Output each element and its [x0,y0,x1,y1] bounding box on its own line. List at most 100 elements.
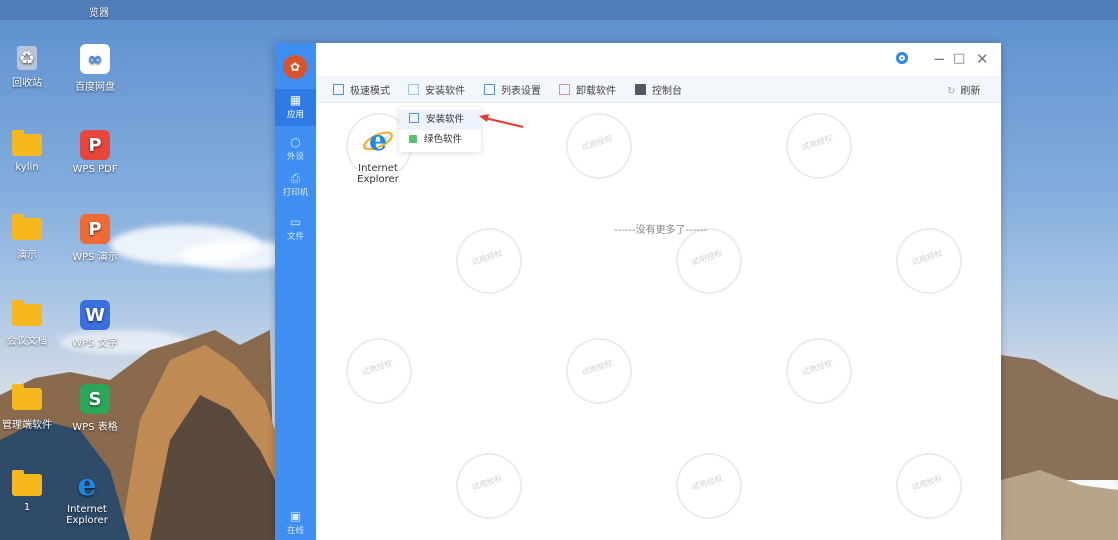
sidebar-item-label: 打印机 [282,188,309,198]
watermark-text: 试用授权 [690,248,724,268]
desktop-icon-label: Internet Explorer [66,504,108,526]
speed-mode-button[interactable]: 极速模式 [333,82,390,97]
sidebar-item-label: 应用 [286,110,304,120]
desktop-icon-internet-explorer[interactable]: e Internet Explorer [52,467,122,527]
dropdown-item-label: 安装软件 [426,114,465,125]
speed-mode-label: 极速模式 [350,86,390,97]
watermark-text: 试用授权 [470,248,504,268]
desktop-icon-label: WPS PDF [72,164,118,175]
app-tile-label: Internet Explorer [357,163,399,185]
wps-spreadsheet-icon: S [80,384,110,414]
install-software-dropdown: 安装软件 绿色软件 [399,107,481,152]
desktop-icon-wps-pdf[interactable]: P WPS PDF [60,130,130,175]
watermark-text: 试用授权 [690,473,724,493]
watermark-text: 试用授权 [360,358,394,378]
dropdown-item-install[interactable]: 安装软件 [399,110,481,130]
wps-presentation-icon: P [80,214,110,244]
watermark-text: 试用授权 [580,133,614,153]
sidebar: ✿ ▦ 应用 ○ 外设 ⎙ 打印机 ▭ 文件 ▣ 在线 [275,43,316,540]
install-software-button[interactable]: 安装软件 [408,82,465,97]
sidebar-item-printer[interactable]: ⎙ 打印机 [275,171,316,201]
watermark: 试用授权 [337,329,421,413]
svg-text:e: e [369,125,387,157]
folder-icon [12,300,42,326]
watermark-text: 试用授权 [800,133,834,153]
watermark-text: 试用授权 [910,473,944,493]
refresh-icon: ↻ [947,86,956,97]
desktop-icon-label: 会议文档 [7,336,47,347]
uninstall-icon [559,84,570,95]
watermark: 试用授权 [667,444,751,528]
console-icon [635,84,646,95]
sidebar-item-apps[interactable]: ▦ 应用 [275,89,316,126]
baidu-netdisk-icon: ∞ [80,44,110,74]
console-button[interactable]: 控制台 [635,82,682,97]
watermark-text: 试用授权 [800,358,834,378]
sidebar-item-files[interactable]: ▭ 文件 [275,215,316,245]
printer-icon: ⎙ [290,171,301,185]
sidebar-item-peripheral[interactable]: ○ 外设 [275,135,316,165]
uninstall-software-button[interactable]: 卸载软件 [559,82,616,97]
sidebar-item-online[interactable]: ▣ 在线 [275,509,316,539]
desktop-icon-label: WPS 演示 [72,252,118,263]
install-icon [409,113,419,123]
refresh-button[interactable]: ↻ 刷新 [947,82,980,97]
list-settings-button[interactable]: 列表设置 [484,82,541,97]
folder-icon: ▭ [289,215,302,229]
watermark-text: 试用授权 [580,358,614,378]
watermark: 试用授权 [557,329,641,413]
no-more-text: ------没有更多了------ [614,225,708,236]
folder-icon [12,214,42,240]
dropdown-item-label: 绿色软件 [424,134,463,145]
console-label: 控制台 [652,86,682,97]
desktop-icon-browser[interactable]: 览器 [64,4,134,24]
desktop-icon-presentation[interactable]: 演示 [0,214,62,261]
watermark-text: 试用授权 [470,473,504,493]
watermark: 试用授权 [887,219,971,303]
watermark: 试用授权 [447,444,531,528]
desktop-icon-recycle-bin[interactable]: ♻ 回收站 [0,46,62,89]
online-monitor-icon: ▣ [289,509,302,523]
watermark: 试用授权 [777,329,861,413]
maximize-button[interactable]: □ [953,49,965,69]
list-settings-icon [484,84,495,95]
sidebar-item-label: 文件 [286,232,304,242]
apps-grid-icon: ▦ [289,93,302,107]
desktop-icon-label: 览器 [89,8,109,19]
sidebar-item-label: 外设 [286,152,304,162]
desktop-icon-kylin[interactable]: kylin [0,130,62,173]
folder-icon [12,470,42,496]
desktop-icon-label: 管理端软件 [2,420,52,431]
desktop-icon-baidu-netdisk[interactable]: ∞ 百度网盘 [60,44,130,93]
desktop-icon-meeting-docs[interactable]: 会议文档 [0,300,62,347]
app-logo-icon: ✿ [283,55,307,79]
dropdown-item-green[interactable]: 绿色软件 [399,130,481,150]
wps-pdf-icon: P [80,130,110,160]
desktop-icon-admin-software[interactable]: 管理端软件 [0,384,62,431]
desktop-icon-wps-presentation[interactable]: P WPS 演示 [60,214,130,263]
close-button[interactable]: ✕ [976,49,989,69]
minimize-button[interactable]: − [933,49,946,69]
desktop-icon-label: 回收站 [12,78,42,89]
desktop-icon-label: 演示 [17,250,37,261]
user-account-icon[interactable] [896,52,908,64]
internet-explorer-icon: e [77,467,97,503]
wps-writer-icon: W [80,300,110,330]
desktop-icon-label: 百度网盘 [75,82,115,93]
list-settings-label: 列表设置 [501,86,541,97]
uninstall-software-label: 卸载软件 [576,86,616,97]
speed-mode-icon [333,84,344,95]
sidebar-item-label: 在线 [286,526,304,536]
app-list-area: 试用授权 试用授权 试用授权 试用授权 试用授权 试用授权 试用授权 试用授权 … [316,103,1001,540]
folder-icon [12,384,42,410]
software-manager-window: ✿ ▦ 应用 ○ 外设 ⎙ 打印机 ▭ 文件 ▣ 在线 − □ ✕ 极速模式 安… [275,43,1001,540]
install-software-label: 安装软件 [425,86,465,97]
desktop-icon-wps-spreadsheet[interactable]: S WPS 表格 [60,384,130,433]
desktop-icon-wps-writer[interactable]: W WPS 文字 [60,300,130,349]
green-software-icon [409,135,417,143]
desktop-icon-label: kylin [15,162,39,173]
peripheral-icon: ○ [290,135,301,149]
watermark: 试用授权 [557,104,641,188]
watermark: 试用授权 [777,104,861,188]
folder-icon [12,130,42,156]
